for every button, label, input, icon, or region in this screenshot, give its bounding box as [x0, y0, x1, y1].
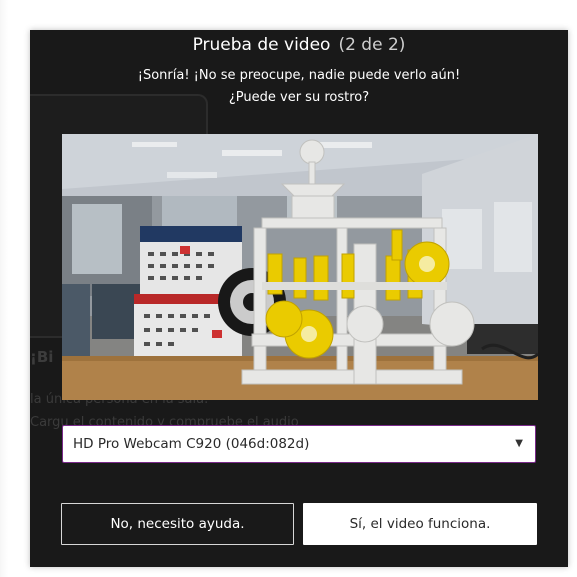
dialog-title-text: Prueba de video	[192, 35, 331, 55]
video-works-button[interactable]: Sí, el video funciona.	[303, 503, 537, 545]
window-edge	[0, 0, 8, 577]
video-test-dialog: ¡Bi la única persona en la sala. Cargu e…	[30, 30, 568, 567]
dialog-title: Prueba de video (2 de 2)	[30, 33, 568, 57]
dialog-message: ¡Sonría! ¡No se preocupe, nadie puede ve…	[137, 68, 461, 83]
camera-select-value: HD Pro Webcam C920 (046d:082d)	[73, 436, 310, 452]
background-heading: ¡Bi	[30, 348, 54, 366]
caret-down-icon[interactable]: ▼	[515, 426, 523, 462]
dialog-step-counter: (2 de 2)	[338, 35, 406, 55]
camera-select[interactable]: HD Pro Webcam C920 (046d:082d) ▼	[62, 425, 536, 463]
webcam-preview	[62, 134, 538, 400]
screen: ¡Bi la única persona en la sala. Cargu e…	[0, 0, 577, 577]
webcam-frame	[62, 134, 538, 400]
dialog-question: ¿Puede ver su rostro?	[228, 90, 370, 105]
need-help-button[interactable]: No, necesito ayuda.	[61, 503, 294, 545]
